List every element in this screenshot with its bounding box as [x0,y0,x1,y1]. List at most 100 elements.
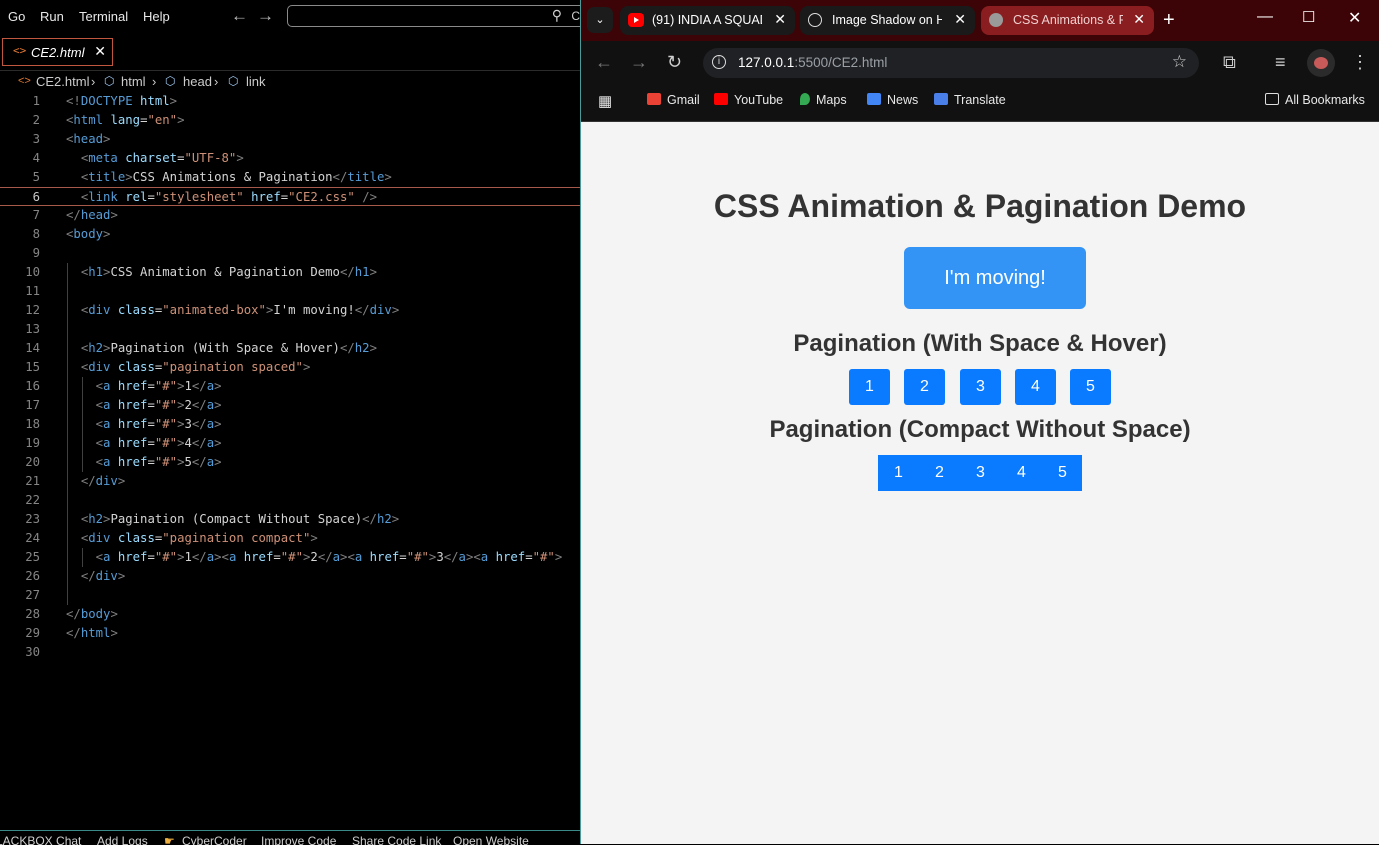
close-icon[interactable]: ✕ [94,43,106,60]
command-search-box[interactable]: ⚲ C [287,5,587,27]
bookmark-news[interactable]: News [867,93,918,107]
status-add-logs[interactable]: Add Logs [97,834,148,845]
page-link[interactable]: 2 [919,455,960,491]
chevron-right-icon: › [152,74,157,89]
page-link[interactable]: 1 [878,455,919,491]
line-number: 10 [25,265,40,279]
code-line[interactable]: 29 </html> [0,624,581,643]
line-number: 4 [32,151,40,165]
reload-icon[interactable]: ↻ [667,52,682,73]
menu-help[interactable]: Help [143,9,170,24]
page-link[interactable]: 4 [1015,369,1056,405]
code-line[interactable]: 1 <!DOCTYPE html> [0,92,581,111]
code-text: </div> [80,569,126,583]
code-line[interactable]: 15 <div class="pagination spaced"> [0,358,581,377]
page-link[interactable]: 5 [1070,369,1111,405]
address-bar[interactable]: i 127.0.0.1:5500/CE2.html ☆ [703,48,1199,78]
code-line[interactable]: 20 <a href="#">5</a> [0,453,581,472]
breadcrumb-link[interactable]: link [246,74,266,89]
close-icon[interactable]: ✕ [954,11,966,28]
page-link[interactable]: 3 [960,455,1001,491]
status-blackbox-chat[interactable]: LACKBOX Chat [0,834,81,845]
code-line[interactable]: 18 <a href="#">3</a> [0,415,581,434]
code-line[interactable]: 26 </div> [0,567,581,586]
code-line[interactable]: 21 </div> [0,472,581,491]
media-control-icon[interactable]: ≡ [1275,52,1286,73]
status-cybercoder[interactable]: CyberCoder [182,834,247,845]
code-line[interactable]: 7 </head> [0,206,581,225]
status-open-website[interactable]: Open Website [453,834,529,845]
code-text: <a href="#">1</a> [95,379,222,393]
code-line[interactable]: 3 <head> [0,130,581,149]
menu-terminal[interactable]: Terminal [79,9,128,24]
line-number: 23 [25,512,40,526]
code-line[interactable]: 23 <h2>Pagination (Compact Without Space… [0,510,581,529]
bookmark-maps[interactable]: Maps [800,93,847,107]
code-line[interactable]: 10 <h1>CSS Animation & Pagination Demo</… [0,263,581,282]
bookmark-gmail[interactable]: Gmail [647,93,700,107]
code-line[interactable]: 12 <div class="animated-box">I'm moving!… [0,301,581,320]
close-window-icon[interactable]: ✕ [1348,8,1361,28]
page-link[interactable]: 2 [904,369,945,405]
browser-tab-1[interactable]: (91) INDIA A SQUAD ✕ [620,6,795,35]
close-icon[interactable]: ✕ [774,11,786,28]
code-text: </body> [66,607,118,621]
back-arrow-icon[interactable]: ← [231,6,248,26]
url-text[interactable]: 127.0.0.1:5500/CE2.html [738,55,887,70]
code-line[interactable]: 8 <body> [0,225,581,244]
search-trailing-text: C [571,9,580,23]
forward-arrow-icon[interactable]: → [630,52,648,73]
menu-run[interactable]: Run [40,9,64,24]
code-line[interactable]: 17 <a href="#">2</a> [0,396,581,415]
status-share-code-link[interactable]: Share Code Link [352,834,441,845]
page-link[interactable]: 3 [960,369,1001,405]
line-number: 29 [25,626,40,640]
site-info-icon[interactable]: i [712,55,726,69]
browser-tab-3-active[interactable]: CSS Animations & P ✕ [981,6,1154,35]
page-link[interactable]: 4 [1001,455,1042,491]
code-line[interactable]: 25 <a href="#">1</a><a href="#">2</a><a … [0,548,581,567]
code-line[interactable]: 2 <html lang="en"> [0,111,581,130]
profile-avatar[interactable] [1307,49,1335,77]
code-text: <link rel="stylesheet" href="CE2.css" /> [80,190,378,204]
minimize-icon[interactable]: — [1257,8,1273,26]
bookmark-star-icon[interactable]: ☆ [1172,52,1187,72]
code-line[interactable]: 6 <link rel="stylesheet" href="CE2.css" … [0,187,581,206]
code-line[interactable]: 22 [0,491,581,510]
code-line[interactable]: 9 [0,244,581,263]
breadcrumb-file[interactable]: CE2.html [36,74,89,89]
news-icon [867,93,881,105]
forward-arrow-icon[interactable]: → [257,6,274,26]
extensions-icon[interactable]: ⧉ [1223,52,1236,73]
new-tab-plus-icon[interactable]: + [1163,9,1175,32]
code-line[interactable]: 30 [0,643,581,662]
breadcrumb-head[interactable]: head [183,74,212,89]
apps-grid-icon[interactable]: ▦ [598,92,612,110]
back-arrow-icon[interactable]: ← [595,52,613,73]
bookmark-translate[interactable]: Translate [934,93,1006,107]
status-improve-code[interactable]: Improve Code [261,834,336,845]
code-line[interactable]: 24 <div class="pagination compact"> [0,529,581,548]
code-line[interactable]: 5 <title>CSS Animations & Pagination</ti… [0,168,581,187]
code-line[interactable]: 16 <a href="#">1</a> [0,377,581,396]
browser-window: ⌄ (91) INDIA A SQUAD ✕ Image Shadow on H… [581,0,1379,844]
code-line[interactable]: 19 <a href="#">4</a> [0,434,581,453]
browser-tab-2[interactable]: Image Shadow on H ✕ [800,6,975,35]
page-link[interactable]: 5 [1042,455,1083,491]
code-line[interactable]: 13 [0,320,581,339]
bookmark-youtube[interactable]: YouTube [714,93,783,107]
code-line[interactable]: 14 <h2>Pagination (With Space & Hover)</… [0,339,581,358]
chevron-down-icon[interactable]: ⌄ [587,7,613,33]
page-link[interactable]: 1 [849,369,890,405]
more-menu-icon[interactable]: ⋮ [1351,52,1369,73]
code-line[interactable]: 27 [0,586,581,605]
file-tab-ce2[interactable]: <> CE2.html ✕ [2,38,113,66]
breadcrumb-html[interactable]: html [121,74,146,89]
menu-go[interactable]: Go [8,9,25,24]
close-icon[interactable]: ✕ [1133,11,1145,28]
code-line[interactable]: 28 </body> [0,605,581,624]
code-line[interactable]: 11 [0,282,581,301]
maximize-icon[interactable]: ☐ [1302,8,1315,26]
all-bookmarks[interactable]: All Bookmarks [1265,93,1365,107]
code-line[interactable]: 4 <meta charset="UTF-8"> [0,149,581,168]
